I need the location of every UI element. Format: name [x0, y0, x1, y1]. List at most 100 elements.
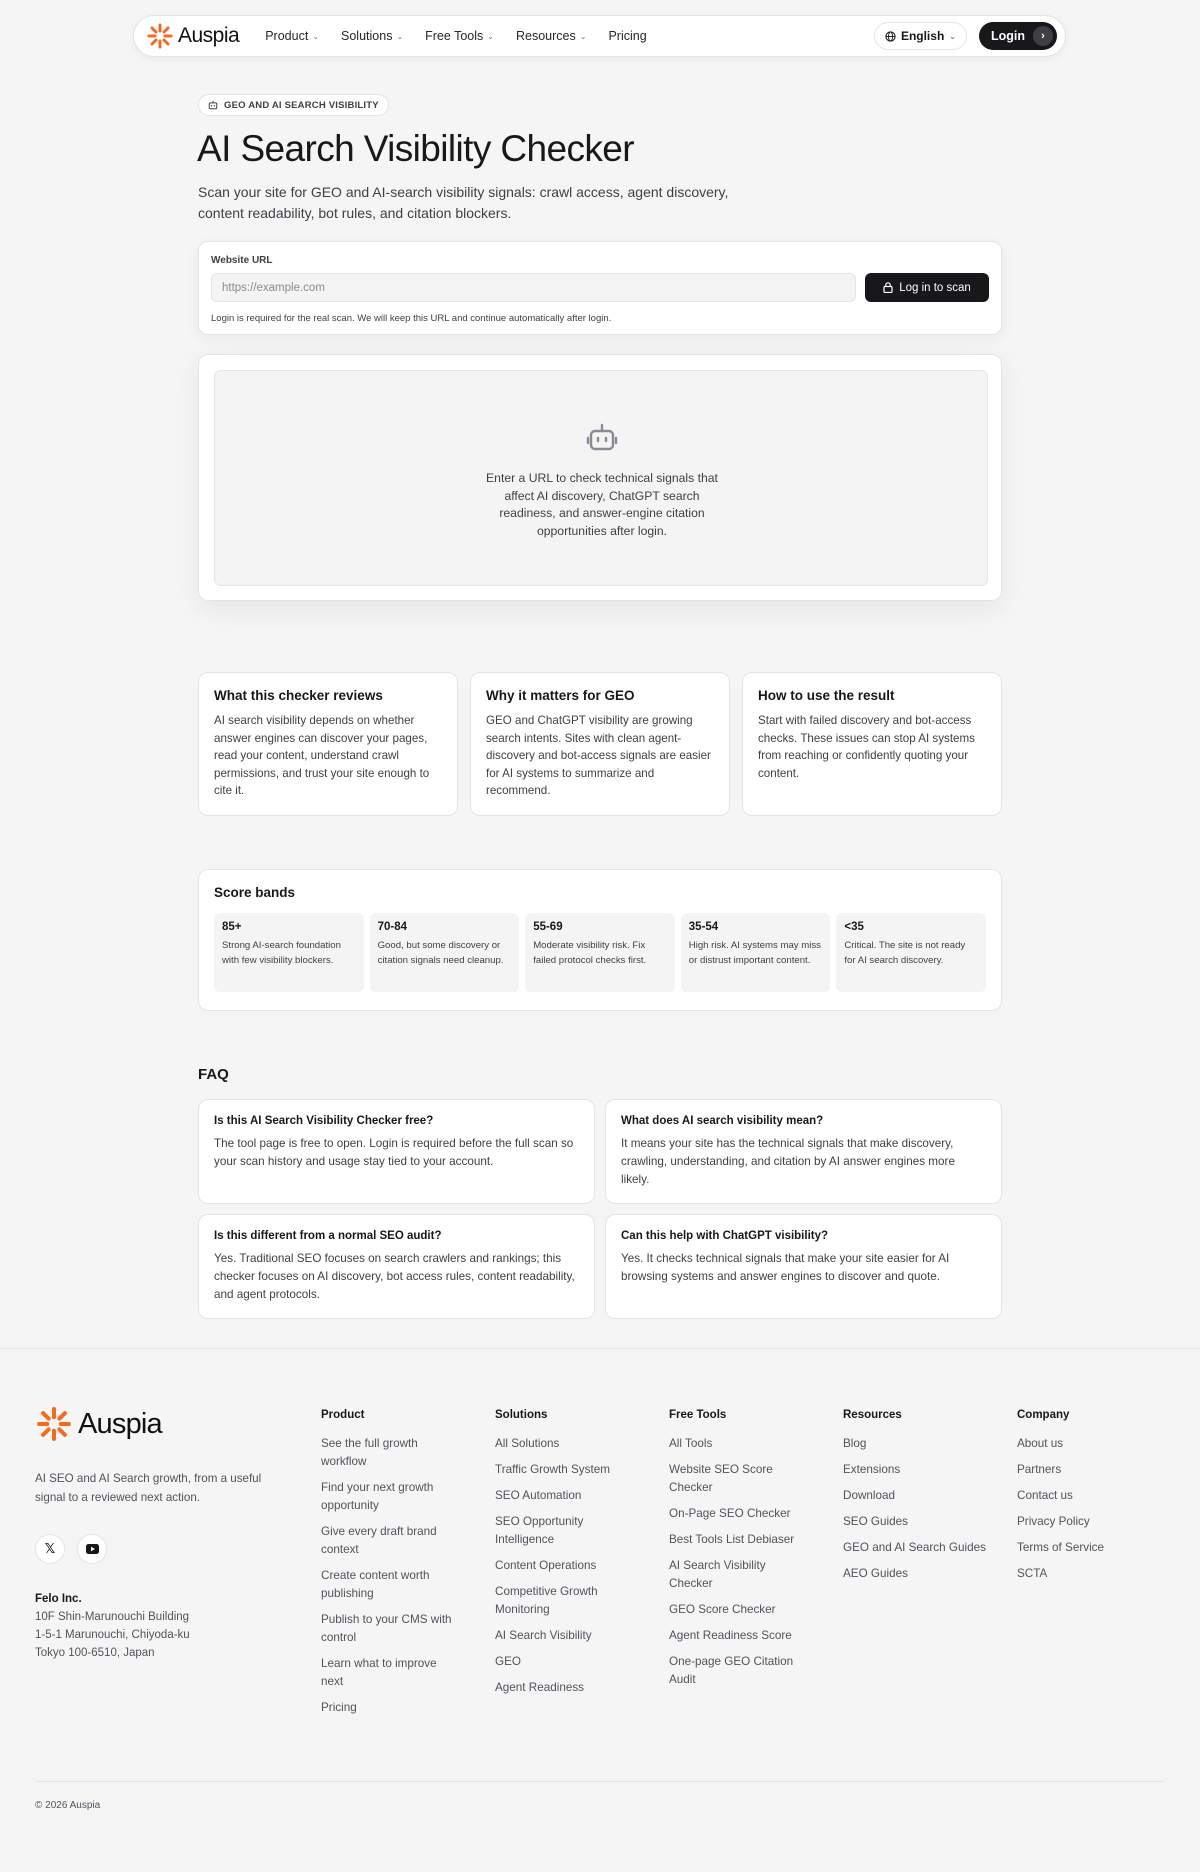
footer-link[interactable]: Publish to your CMS with control — [321, 1611, 461, 1647]
footer-link[interactable]: AEO Guides — [843, 1565, 1003, 1583]
website-url-label: Website URL — [211, 255, 273, 266]
lock-icon — [883, 282, 893, 293]
footer-brand-name: Auspia — [78, 1407, 163, 1440]
footer-link[interactable]: Privacy Policy — [1017, 1513, 1167, 1531]
footer-link[interactable]: Contact us — [1017, 1487, 1167, 1505]
footer-column-resources: Resources Blog Extensions Download SEO G… — [843, 1409, 1003, 1591]
score-band: 85+ Strong AI-search foundation with few … — [214, 913, 364, 992]
nav-product[interactable]: Product ⌄ — [265, 29, 319, 43]
footer-column-title: Product — [321, 1409, 365, 1421]
faq-answer: Yes. Traditional SEO focuses on search c… — [214, 1252, 575, 1301]
info-card-why-geo: Why it matters for GEO GEO and ChatGPT v… — [470, 672, 730, 816]
score-band: 70-84 Good, but some discovery or citatio… — [369, 913, 520, 992]
footer-link[interactable]: All Tools — [669, 1435, 809, 1453]
faq-answer: It means your site has the technical sig… — [621, 1137, 955, 1186]
footer-link[interactable]: Give every draft brand context — [321, 1523, 461, 1559]
login-help-text: Login is required for the real scan. We … — [211, 313, 612, 324]
footer-link[interactable]: SEO Automation — [495, 1487, 635, 1505]
footer-column-title: Solutions — [495, 1409, 548, 1421]
footer-link[interactable]: Traffic Growth System — [495, 1461, 635, 1479]
company-address: Felo Inc. 10F Shin-Marunouchi Building 1… — [35, 1590, 190, 1662]
footer-link[interactable]: AI Search Visibility Checker — [669, 1557, 784, 1593]
footer-link[interactable]: Extensions — [843, 1461, 1003, 1479]
footer-link[interactable]: Pricing — [321, 1699, 461, 1717]
youtube-icon — [85, 1544, 99, 1554]
footer-column-free-tools: Free Tools All Tools Website SEO Score C… — [669, 1409, 809, 1697]
nav-pricing[interactable]: Pricing — [608, 29, 646, 43]
log-in-to-scan-label: Log in to scan — [899, 281, 971, 294]
auspia-logo-icon — [37, 1407, 71, 1441]
info-card-title: How to use the result — [758, 688, 895, 703]
footer-column-title: Free Tools — [669, 1409, 727, 1421]
footer-link[interactable]: See the full growth workflow — [321, 1435, 461, 1471]
youtube-link[interactable] — [77, 1534, 107, 1564]
info-card-body: Start with failed discovery and bot-acce… — [758, 714, 975, 780]
hero-badge-label: GEO AND AI SEARCH VISIBILITY — [224, 99, 379, 111]
footer-column-title: Resources — [843, 1409, 902, 1421]
footer-link[interactable]: One-page GEO Citation Audit — [669, 1653, 804, 1689]
auspia-logo-icon — [147, 23, 173, 49]
footer-link[interactable]: Learn what to improve next — [321, 1655, 461, 1691]
footer-link[interactable]: Website SEO Score Checker — [669, 1461, 784, 1497]
band-score: 55-69 — [533, 921, 563, 933]
chevron-down-icon: ⌄ — [487, 31, 494, 41]
footer-link[interactable]: Best Tools List Debiaser — [669, 1531, 809, 1549]
footer-link[interactable]: AI Search Visibility — [495, 1627, 635, 1645]
nav-free-tools[interactable]: Free Tools ⌄ — [425, 29, 494, 43]
footer-link[interactable]: Partners — [1017, 1461, 1167, 1479]
info-card-reviews: What this checker reviews AI search visi… — [198, 672, 458, 816]
nav-pricing-label: Pricing — [608, 29, 647, 43]
login-button[interactable]: Login › — [978, 22, 1057, 50]
band-description: Strong AI-search foundation with few vis… — [222, 940, 341, 966]
x-link[interactable]: 𝕏 — [35, 1534, 65, 1564]
nav-free-tools-label: Free Tools — [425, 29, 484, 43]
company-name: Felo Inc. — [35, 1593, 82, 1605]
footer-link[interactable]: GEO Score Checker — [669, 1601, 809, 1619]
address-line: Tokyo 100-6510, Japan — [35, 1647, 155, 1659]
copyright: © 2026 Auspia — [35, 1800, 101, 1811]
footer-link[interactable]: All Solutions — [495, 1435, 635, 1453]
page-subtitle: Scan your site for GEO and AI-search vis… — [198, 184, 729, 221]
brand-logo[interactable]: Auspia — [146, 22, 240, 50]
band-description: Critical. The site is not ready for AI s… — [844, 940, 966, 966]
results-empty-state: Enter a URL to check technical signals t… — [214, 370, 988, 586]
nav-resources[interactable]: Resources ⌄ — [516, 29, 586, 43]
globe-icon — [885, 30, 896, 42]
scan-form-card: Website URL Log in to scan Login is requ… — [198, 241, 1002, 335]
log-in-to-scan-button[interactable]: Log in to scan — [865, 273, 989, 302]
footer-link[interactable]: Competitive Growth Monitoring — [495, 1583, 625, 1619]
info-card-how-to-use: How to use the result Start with failed … — [742, 672, 1002, 816]
footer-link[interactable]: Create content worth publishing — [321, 1567, 461, 1603]
footer-link[interactable]: Download — [843, 1487, 1003, 1505]
footer-link[interactable]: SEO Guides — [843, 1513, 1003, 1531]
language-label: English — [900, 29, 945, 43]
footer-link[interactable]: Agent Readiness — [495, 1679, 635, 1697]
login-label: Login — [990, 29, 1025, 43]
faq-heading: FAQ — [198, 1066, 229, 1083]
footer-link[interactable]: GEO — [495, 1653, 635, 1671]
footer-link[interactable]: On-Page SEO Checker — [669, 1505, 809, 1523]
chevron-down-icon: ⌄ — [579, 31, 587, 41]
score-bands-card: Score bands 85+ Strong AI-search foundati… — [198, 869, 1002, 1011]
footer-link[interactable]: Content Operations — [495, 1557, 635, 1575]
page-title: AI Search Visibility Checker — [197, 128, 635, 169]
footer-link[interactable]: GEO and AI Search Guides — [843, 1539, 1003, 1557]
footer-link[interactable]: SEO Opportunity Intelligence — [495, 1513, 595, 1549]
footer-column-solutions: Solutions All Solutions Traffic Growth S… — [495, 1409, 635, 1705]
website-url-input[interactable] — [211, 273, 856, 302]
footer-link[interactable]: Blog — [843, 1435, 1003, 1453]
footer-link[interactable]: SCTA — [1017, 1565, 1167, 1583]
faq-question: Can this help with ChatGPT visibility? — [621, 1230, 829, 1242]
footer-link[interactable]: About us — [1017, 1435, 1167, 1453]
nav-solutions[interactable]: Solutions ⌄ — [341, 29, 403, 43]
footer-bottom-divider — [35, 1781, 1165, 1782]
chevron-right-icon: › — [1033, 26, 1053, 46]
info-card-body: AI search visibility depends on whether … — [214, 714, 430, 797]
results-card: Enter a URL to check technical signals t… — [198, 354, 1002, 601]
footer-brand-logo[interactable]: Auspia — [35, 1405, 163, 1443]
robot-icon — [208, 100, 218, 110]
language-selector[interactable]: English ⌄ — [873, 22, 967, 50]
footer-link[interactable]: Terms of Service — [1017, 1539, 1167, 1557]
footer-link[interactable]: Agent Readiness Score — [669, 1627, 809, 1645]
footer-link[interactable]: Find your next growth opportunity — [321, 1479, 461, 1515]
